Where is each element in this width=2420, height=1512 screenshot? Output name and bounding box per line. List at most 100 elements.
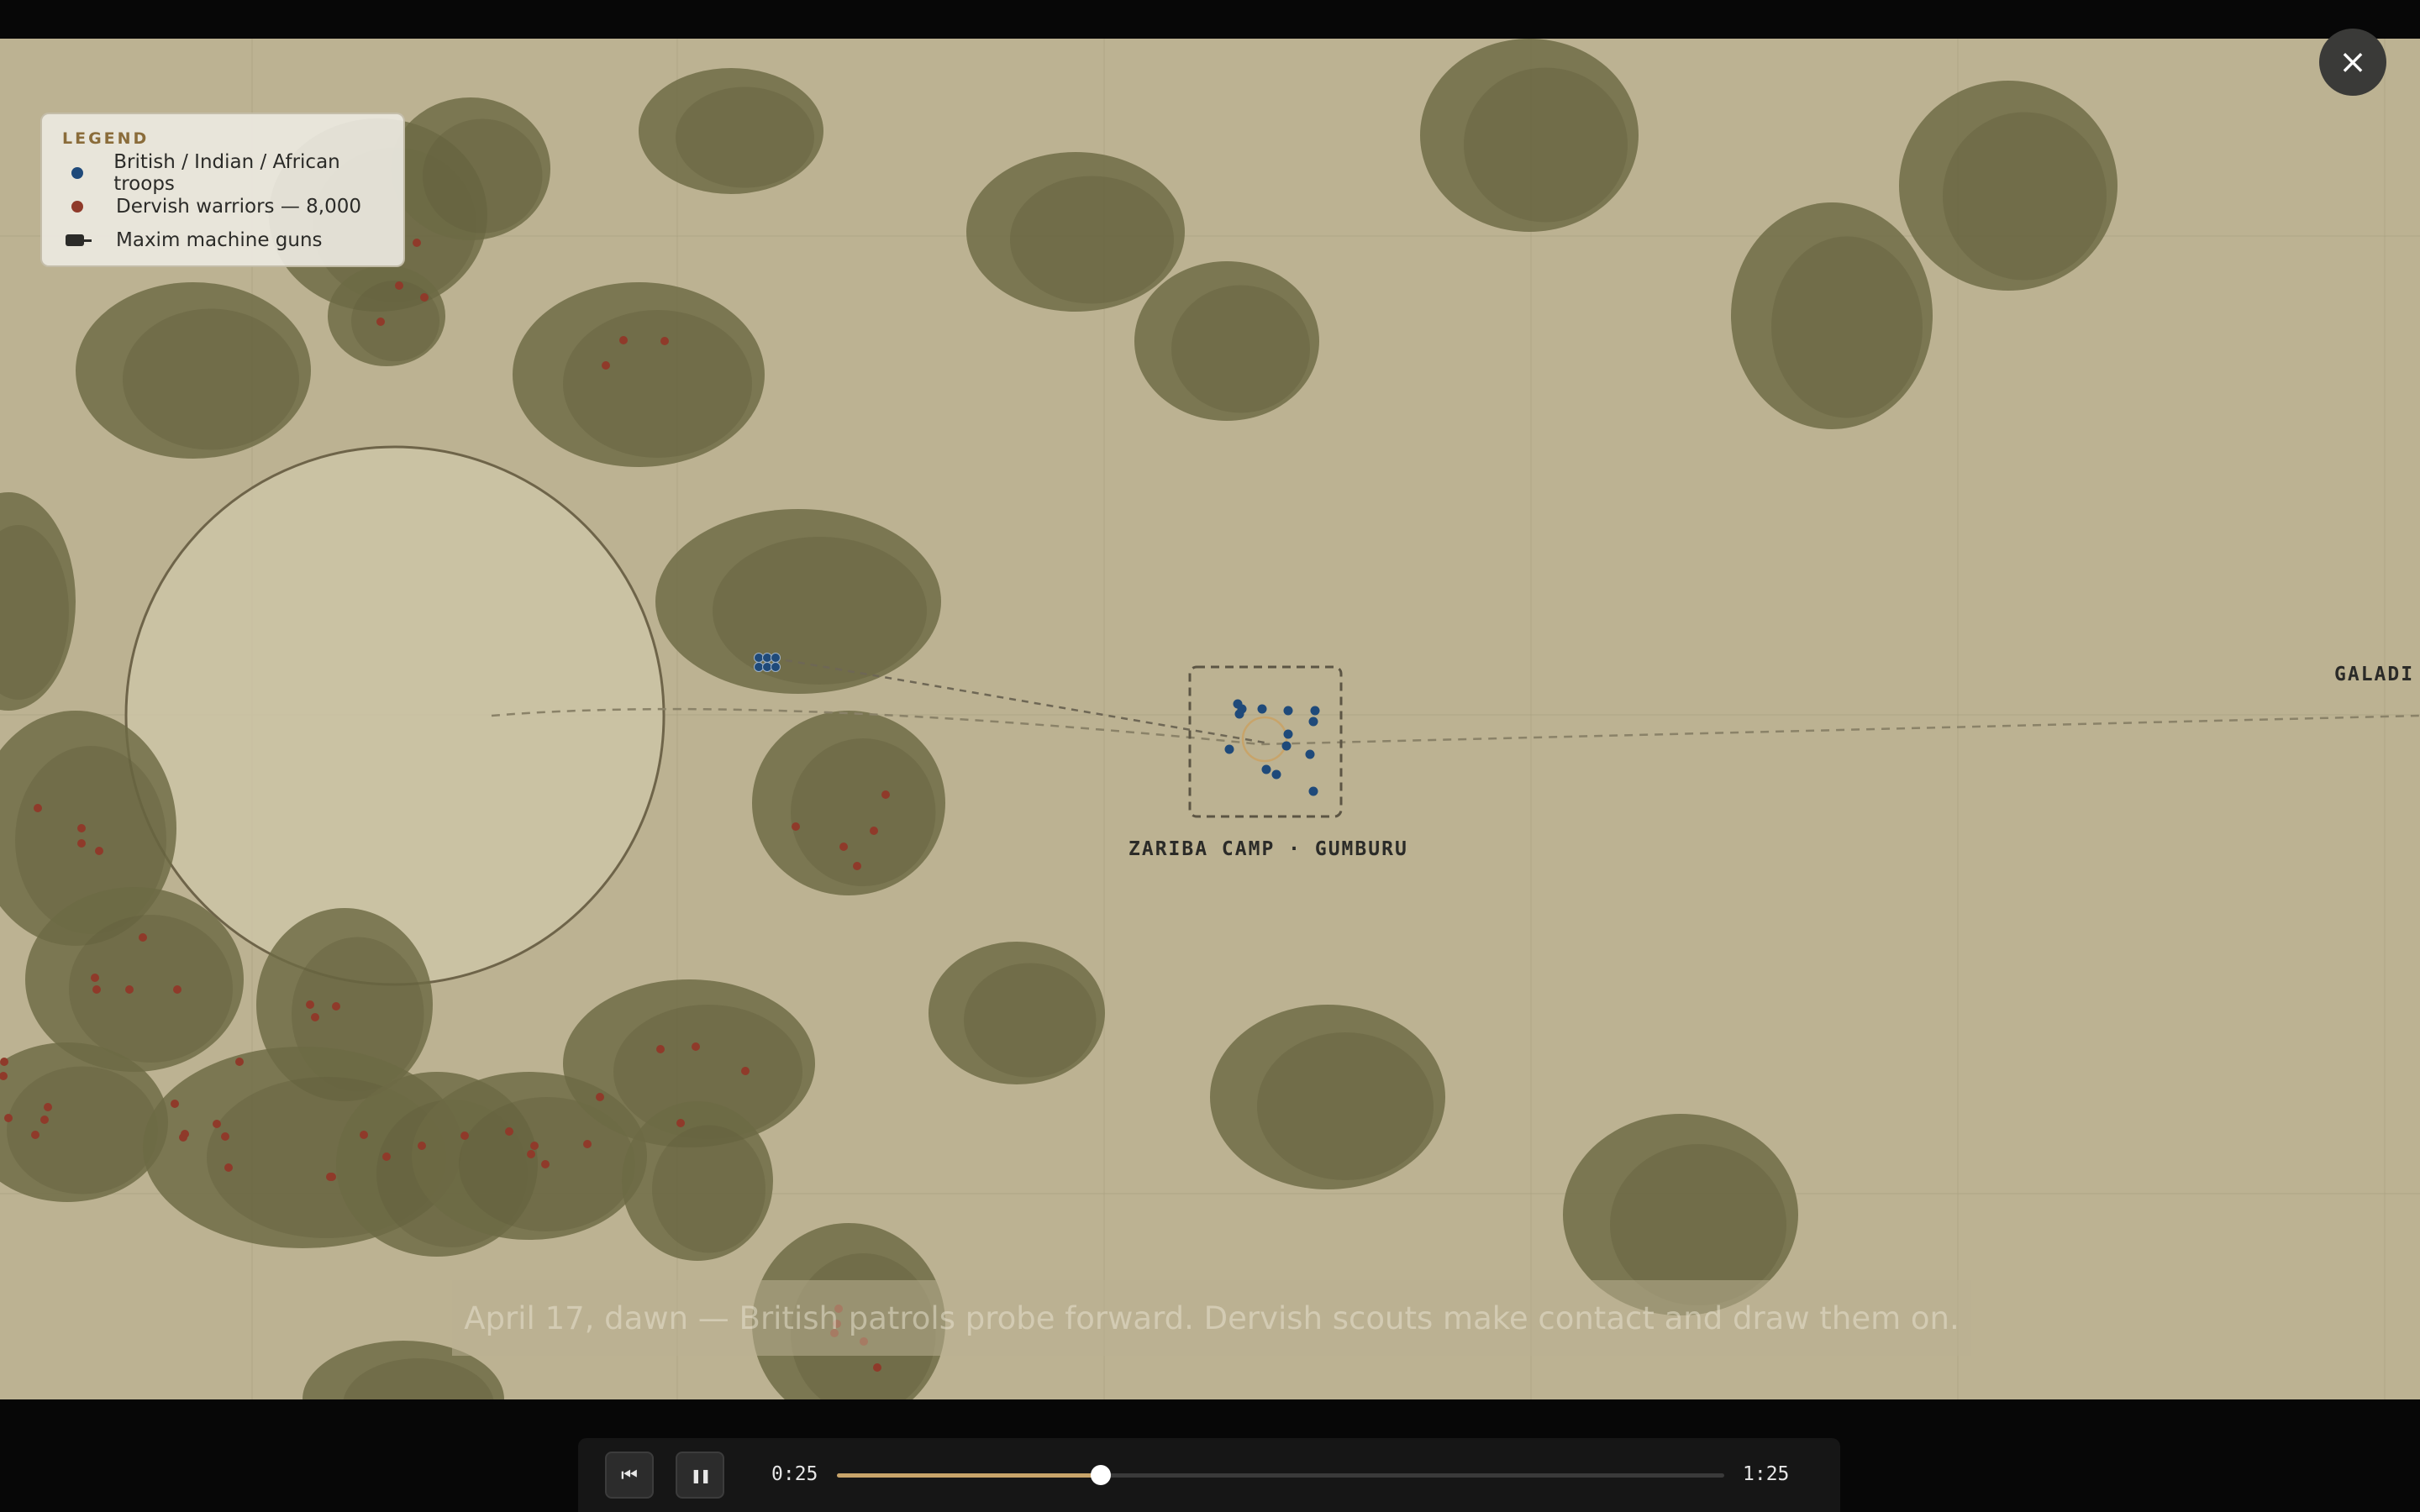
- dervish-dot-icon: [71, 201, 83, 213]
- british-troop-dot: [1308, 786, 1318, 796]
- dervish-warrior-dot: [332, 1002, 340, 1011]
- dervish-warrior-dot: [0, 1058, 8, 1066]
- legend-item-maxim: Maxim machine guns: [62, 223, 383, 257]
- british-troop-dot: [1283, 729, 1293, 739]
- progress-track[interactable]: [837, 1465, 1724, 1485]
- close-icon: ×: [2338, 43, 2367, 81]
- battle-map: LEGEND British / Indian / African troops…: [0, 39, 2420, 1399]
- british-troop-dot: [1281, 741, 1292, 751]
- camp-label: ZARIBA CAMP · GUMBURU: [1128, 838, 1408, 860]
- legend-label-british: British / Indian / African troops: [113, 151, 340, 195]
- dervish-warrior-dot: [77, 824, 86, 832]
- zariba-camp-outline: [1188, 665, 1343, 818]
- dervish-warrior-dot: [4, 1114, 13, 1122]
- bush-shadow: [1171, 285, 1310, 413]
- progress-fill: [837, 1473, 1101, 1478]
- bush-shadow: [1257, 1032, 1434, 1180]
- dervish-warrior-dot: [34, 804, 42, 812]
- dervish-warrior-dot: [583, 1140, 592, 1148]
- dervish-warrior-dot: [376, 318, 385, 326]
- dervish-warrior-dot: [420, 293, 429, 302]
- bush-shadow: [964, 963, 1097, 1078]
- bush-shadow: [1464, 67, 1628, 223]
- dervish-warrior-dot: [139, 933, 147, 942]
- dervish-warrior-dot: [221, 1132, 229, 1141]
- dervish-warrior-dot: [179, 1133, 187, 1142]
- elapsed-time: 0:25: [771, 1463, 818, 1485]
- narration-caption: April 17, dawn — British patrols probe f…: [452, 1280, 1971, 1356]
- total-time: 1:25: [1743, 1463, 1790, 1485]
- dervish-warrior-dot: [95, 847, 103, 855]
- close-button[interactable]: ×: [2319, 29, 2386, 96]
- maxim-gun-icon: [62, 232, 92, 249]
- dervish-warrior-dot: [77, 839, 86, 848]
- bush-shadow: [676, 87, 814, 188]
- dervish-warrior-dot: [382, 1152, 391, 1161]
- bush-shadow: [7, 1066, 158, 1194]
- dervish-warrior-dot: [792, 822, 800, 831]
- dervish-warrior-dot: [527, 1150, 535, 1158]
- dervish-warrior-dot: [660, 337, 669, 345]
- progress-handle[interactable]: [1090, 1465, 1111, 1485]
- british-troop-dot: [1234, 709, 1244, 719]
- bush-shadow: [713, 537, 927, 685]
- bush-shadow: [1010, 176, 1174, 304]
- dervish-warrior-dot: [360, 1131, 368, 1139]
- british-troop-dot: [1271, 769, 1281, 780]
- legend-label-maxim: Maxim machine guns: [116, 229, 323, 251]
- dervish-warrior-dot: [602, 361, 610, 370]
- british-troop-dot: [1224, 744, 1234, 754]
- dervish-warrior-dot: [460, 1131, 469, 1140]
- bush-shadow: [351, 281, 439, 361]
- british-troop-dot: [1308, 717, 1318, 727]
- dervish-warrior-dot: [395, 281, 403, 290]
- british-patrol-dot: [771, 662, 781, 672]
- dervish-warrior-dot: [413, 239, 421, 247]
- dervish-warrior-dot: [173, 985, 182, 994]
- dervish-warrior-dot: [213, 1120, 221, 1128]
- legend-panel: LEGEND British / Indian / African troops…: [40, 113, 405, 267]
- dervish-warrior-dot: [40, 1116, 49, 1124]
- restart-button[interactable]: ⏮: [605, 1452, 654, 1499]
- dervish-warrior-dot: [311, 1013, 319, 1021]
- dervish-warrior-dot: [853, 862, 861, 870]
- british-patrol-dot: [771, 653, 781, 663]
- skip-back-icon: ⏮: [621, 1464, 638, 1486]
- british-troop-dot: [1310, 706, 1320, 716]
- pause-icon: ❚❚: [690, 1467, 712, 1483]
- british-troop-dot: [1305, 749, 1315, 759]
- british-patrol-dot: [754, 653, 764, 663]
- top-bar: [0, 0, 2420, 39]
- british-troop-dot: [1257, 704, 1267, 714]
- dervish-warrior-dot: [326, 1173, 334, 1181]
- dervish-warrior-dot: [31, 1131, 39, 1139]
- dervish-warrior-dot: [870, 827, 878, 835]
- dervish-warrior-dot: [596, 1093, 604, 1101]
- british-troop-dot: [1261, 764, 1271, 774]
- dervish-warrior-dot: [418, 1142, 426, 1150]
- dervish-warrior-dot: [235, 1058, 244, 1066]
- dervish-warrior-dot: [44, 1103, 52, 1111]
- bush-shadow: [1771, 236, 1923, 418]
- dervish-warrior-dot: [676, 1119, 685, 1127]
- bush-shadow: [423, 118, 543, 234]
- legend-title: LEGEND: [62, 129, 150, 148]
- dervish-warrior-dot: [619, 336, 628, 344]
- british-dot-icon: [71, 167, 83, 179]
- galadi-label: GALADI: [2334, 664, 2415, 685]
- bush-shadow: [791, 738, 936, 886]
- dervish-warrior-dot: [91, 974, 99, 982]
- british-patrol-dot: [762, 662, 772, 672]
- dervish-warrior-dot: [692, 1042, 700, 1051]
- pause-button[interactable]: ❚❚: [676, 1452, 724, 1499]
- dervish-warrior-dot: [873, 1363, 881, 1372]
- dervish-warrior-dot: [505, 1127, 513, 1136]
- british-patrol-dot: [762, 653, 772, 663]
- dervish-warrior-dot: [656, 1045, 665, 1053]
- british-troop-dot: [1283, 706, 1293, 716]
- dervish-warrior-dot: [530, 1142, 539, 1150]
- bush-shadow: [563, 310, 752, 458]
- dervish-warrior-dot: [171, 1100, 179, 1108]
- legend-item-british: British / Indian / African troops: [62, 151, 383, 195]
- legend-label-dervish: Dervish warriors — 8,000: [116, 196, 361, 218]
